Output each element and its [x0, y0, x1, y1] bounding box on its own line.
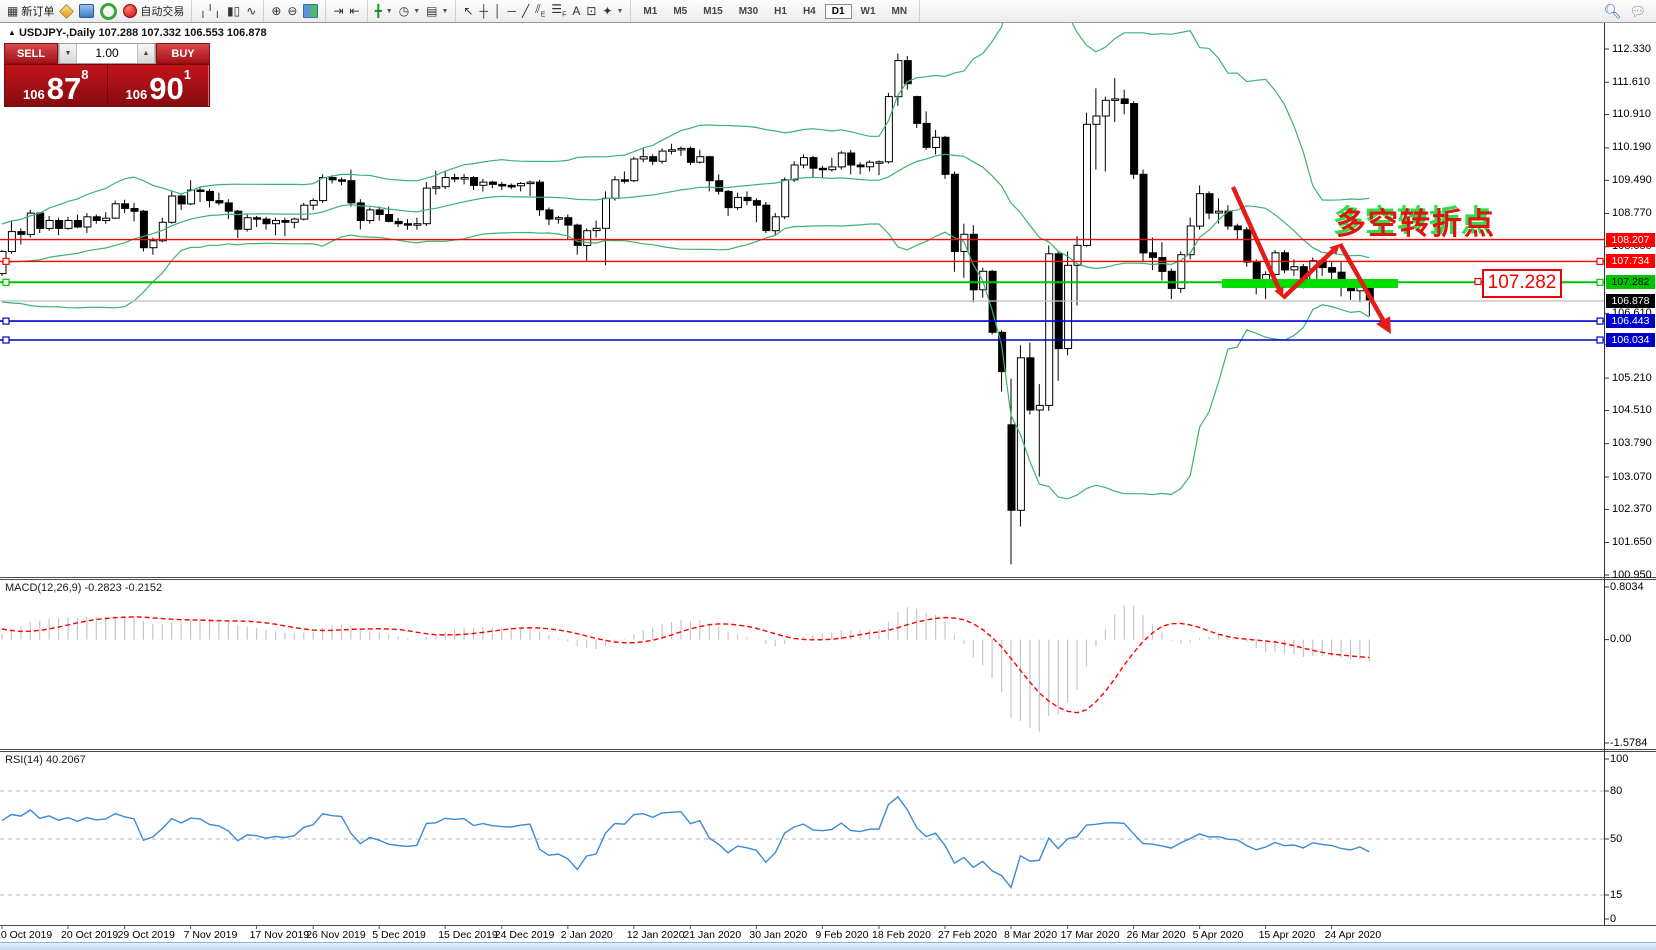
turning-point-annotation[interactable]: 多空转折点	[1336, 199, 1496, 243]
new-order-icon: ▦	[7, 5, 18, 17]
arrows-icon: ✦	[602, 5, 612, 17]
bar-chart-button[interactable]: ╷╵╷	[196, 4, 224, 18]
candlestick-chart-icon: ▮▯	[227, 5, 240, 17]
templates-icon: ▤	[426, 5, 437, 17]
candlestick-button[interactable]: ▮▯	[224, 4, 243, 18]
text-label-button[interactable]: ⊡	[583, 4, 599, 18]
timeframe-h4-button[interactable]: H4	[796, 4, 823, 19]
timeframe-d1-button[interactable]: D1	[825, 4, 852, 19]
sell-price[interactable]: 106 87 8	[5, 65, 107, 106]
volume-input[interactable]: 1.00	[77, 44, 137, 63]
gold-cube-icon	[59, 4, 74, 19]
chart-shift-button[interactable]: ⇤	[347, 4, 363, 18]
new-order-label: 新订单	[21, 3, 54, 19]
equidistant-channel-icon: ⫽E	[535, 3, 545, 18]
timeframe-w1-button[interactable]: W1	[854, 4, 883, 19]
text-tool-button[interactable]: A	[569, 4, 583, 18]
periods-button[interactable]: ◷▼	[396, 4, 423, 18]
zoom-out-button[interactable]: ⊖	[284, 4, 300, 18]
sell-button[interactable]: SELL	[4, 43, 58, 64]
buy-price-sup: 1	[184, 68, 191, 81]
tile-windows-icon	[303, 4, 318, 18]
window-bottom-edge	[0, 942, 1656, 950]
zoom-out-icon: ⊖	[287, 5, 297, 17]
sell-price-big: 87	[47, 77, 81, 102]
bar-chart-icon: ╷╵╷	[199, 5, 221, 17]
sell-price-small: 106	[23, 88, 45, 102]
timeframe-mn-button[interactable]: MN	[885, 4, 915, 19]
vertical-line-icon: │	[494, 5, 502, 17]
indicators-button[interactable]: ╋▼	[372, 4, 396, 18]
fibonacci-button[interactable]: ☰F	[548, 2, 569, 19]
chart-shift-icon: ⇤	[350, 5, 360, 17]
zoom-in-button[interactable]: ⊕	[268, 4, 284, 18]
buy-price-small: 106	[126, 88, 148, 102]
price-callout-label[interactable]: 107.282	[1482, 269, 1562, 298]
crosshair-tool-button[interactable]: ┼	[477, 4, 492, 18]
trendline-icon: ╱	[522, 5, 529, 17]
volume-stepper: ▼ 1.00 ▲	[58, 43, 156, 64]
vertical-line-button[interactable]: │	[491, 4, 505, 18]
new-order-button[interactable]: ▦ 新订单	[4, 2, 57, 20]
volume-increase-button[interactable]: ▲	[137, 44, 155, 63]
text-icon: A	[572, 5, 580, 17]
cursor-tool-button[interactable]: ↖	[460, 4, 476, 18]
arrows-tool-button[interactable]: ✦▼	[599, 4, 626, 18]
volume-decrease-button[interactable]: ▼	[59, 44, 77, 63]
auto-scroll-icon: ⇥	[333, 5, 343, 17]
auto-scroll-button[interactable]: ⇥	[330, 4, 346, 18]
cursor-icon: ↖	[463, 5, 473, 17]
timeframe-m1-button[interactable]: M1	[636, 4, 664, 19]
text-label-icon: ⊡	[586, 5, 596, 17]
signals-button[interactable]	[97, 2, 120, 21]
sell-price-sup: 8	[81, 68, 88, 81]
mt4-terminal-window: ▦ 新订单 自动交易 ╷╵╷ ▮▯ ∿ ⊕ ⊖ ⇥ ⇤ ╋▼ ◷	[0, 0, 1656, 950]
timeframe-m30-button[interactable]: M30	[732, 4, 765, 19]
trendline-button[interactable]: ╱	[519, 4, 532, 18]
crosshair-icon: ┼	[480, 5, 489, 17]
templates-button[interactable]: ▤▼	[423, 4, 451, 18]
search-icon[interactable]: 🔍︎	[1604, 4, 1622, 18]
line-chart-icon: ∿	[246, 5, 256, 17]
horizontal-line-icon: ─	[508, 5, 517, 17]
indicators-icon: ╋	[375, 5, 382, 17]
toolbar: ▦ 新订单 自动交易 ╷╵╷ ▮▯ ∿ ⊕ ⊖ ⇥ ⇤ ╋▼ ◷	[0, 0, 1656, 23]
buy-button[interactable]: BUY	[156, 43, 210, 64]
periods-icon: ◷	[399, 5, 409, 17]
chat-icon[interactable]: 💬︎	[1629, 5, 1646, 18]
one-click-trading-panel: SELL ▼ 1.00 ▲ BUY 106 87 8 106 90 1	[4, 43, 210, 107]
signal-icon	[100, 3, 117, 20]
channel-button[interactable]: ⫽E	[532, 2, 548, 19]
autotrade-button[interactable]: 自动交易	[120, 2, 187, 20]
collapse-arrow-icon[interactable]: ▲	[8, 28, 16, 37]
timeframe-m5-button[interactable]: M5	[666, 4, 694, 19]
chart-canvas[interactable]	[0, 0, 1656, 950]
buy-price[interactable]: 106 90 1	[107, 65, 210, 106]
timeframe-h1-button[interactable]: H1	[767, 4, 794, 19]
autotrade-icon	[123, 4, 137, 18]
symbol-ohlc-text: USDJPY-,Daily 107.288 107.332 106.553 10…	[19, 27, 267, 39]
bid-ask-display: 106 87 8 106 90 1	[4, 64, 210, 107]
market-watch-icon	[79, 4, 94, 18]
line-chart-button[interactable]: ∿	[243, 4, 259, 18]
buy-price-big: 90	[149, 77, 183, 102]
symbol-info-line: ▲ USDJPY-,Daily 107.288 107.332 106.553 …	[8, 27, 267, 39]
fibonacci-icon: ☰F	[551, 3, 566, 18]
zoom-in-icon: ⊕	[271, 5, 281, 17]
gold-button[interactable]	[57, 4, 76, 19]
horizontal-line-button[interactable]: ─	[505, 4, 520, 18]
autotrade-label: 自动交易	[140, 3, 184, 19]
timeframe-group: M1M5M15M30H1H4D1W1MN	[631, 0, 920, 22]
timeframe-m15-button[interactable]: M15	[696, 4, 729, 19]
tile-windows-button[interactable]	[300, 3, 321, 19]
market-watch-button[interactable]	[76, 3, 97, 19]
